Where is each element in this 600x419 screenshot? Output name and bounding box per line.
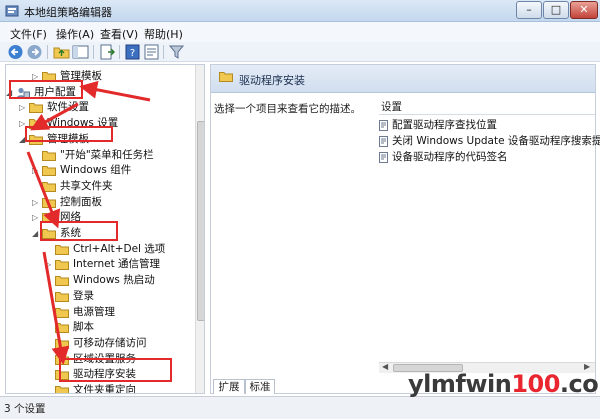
tree-item-label: "开始"菜单和任务栏 — [60, 148, 154, 161]
export-list-icon[interactable] — [99, 44, 116, 60]
folder-icon — [55, 244, 69, 255]
folder-icon — [55, 338, 69, 349]
details-header: 驱动程序安装 — [211, 65, 595, 93]
setting-label: 配置驱动程序查找位置 — [392, 119, 497, 131]
back-arrow-icon[interactable] — [7, 44, 24, 60]
highlight-user-config — [9, 80, 83, 99]
help-icon[interactable]: ? — [124, 44, 141, 60]
column-header-setting[interactable]: 设置 — [379, 97, 595, 115]
toolbar-separator — [119, 45, 120, 59]
details-pane: 驱动程序安装 选择一个项目来查看它的描述。 设置 配置驱动程序查找位置 关闭 W… — [210, 64, 600, 394]
toolbar-separator — [163, 45, 164, 59]
tree-item-label: 文件夹重定向 — [73, 384, 136, 394]
tree-item[interactable]: Windows 热启动 — [6, 273, 191, 288]
policy-setting-icon — [379, 120, 388, 131]
toolbar-separator — [47, 45, 48, 59]
tree-item-label: Ctrl+Alt+Del 选项 — [73, 242, 166, 255]
folder-icon — [42, 197, 56, 208]
vertical-scrollbar[interactable] — [195, 65, 204, 393]
folder-icon — [219, 72, 233, 82]
watermark-suffix: .com — [559, 370, 600, 398]
tab-standard[interactable]: 标准 — [245, 379, 275, 394]
collapsed-arrow-icon[interactable]: ▷ — [45, 257, 53, 272]
tree-item-label: 电源管理 — [73, 305, 115, 318]
tree-item[interactable]: 电源管理 — [6, 305, 191, 320]
tree-item-label: Windows 热启动 — [73, 274, 155, 287]
tree-item[interactable]: 文件夹重定向 — [6, 383, 191, 394]
show-hide-tree-icon[interactable] — [72, 44, 89, 60]
title-bar: 本地组策略编辑器 – □ ✕ — [0, 0, 600, 22]
folder-icon — [55, 291, 69, 302]
tree-item-label: Windows 组件 — [60, 164, 132, 177]
tree-item[interactable]: ▷ Windows 组件 — [6, 163, 191, 178]
status-text: 3 个设置 — [4, 403, 46, 415]
collapsed-arrow-icon[interactable]: ▷ — [32, 163, 40, 178]
menu-action[interactable]: 操作(A) — [56, 26, 94, 42]
tree-item[interactable]: Ctrl+Alt+Del 选项 — [6, 242, 191, 257]
setting-label: 关闭 Windows Update 设备驱动程序搜索提示 — [392, 135, 600, 147]
tree-item-label: 控制面板 — [60, 195, 102, 208]
folder-icon — [29, 103, 43, 114]
folder-icon — [42, 166, 56, 177]
policy-setting-icon — [379, 136, 388, 147]
menu-view[interactable]: 查看(V) — [100, 26, 138, 42]
tree-item[interactable]: 登录 — [6, 289, 191, 304]
tree-item[interactable]: 共享文件夹 — [6, 179, 191, 194]
policy-editor-icon — [5, 5, 19, 17]
properties-icon[interactable] — [143, 44, 160, 60]
folder-icon — [55, 276, 69, 287]
svg-text:?: ? — [130, 48, 135, 59]
forward-arrow-icon[interactable] — [26, 44, 43, 60]
collapsed-arrow-icon[interactable]: ▷ — [32, 210, 40, 225]
collapsed-arrow-icon[interactable]: ▷ — [32, 195, 40, 210]
tree-item-label: 软件设置 — [47, 101, 89, 114]
collapsed-arrow-icon[interactable]: ▷ — [19, 100, 27, 115]
folder-icon — [42, 181, 56, 192]
tree-item-label: 登录 — [73, 289, 94, 302]
tree-item[interactable]: ▷ 软件设置 — [6, 100, 191, 115]
details-title: 驱动程序安装 — [239, 74, 305, 87]
scroll-thumb[interactable] — [197, 121, 204, 321]
folder-icon — [55, 307, 69, 318]
tree-item[interactable]: ▷ Internet 通信管理 — [6, 257, 191, 272]
highlight-system — [40, 221, 118, 241]
watermark-accent: 100 — [511, 370, 560, 398]
highlight-admin-templates — [25, 126, 113, 142]
toolbar: ? — [0, 42, 600, 62]
menu-bar: 文件(F) 操作(A) 查看(V) 帮助(H) — [0, 22, 600, 42]
menu-help[interactable]: 帮助(H) — [144, 26, 183, 42]
scroll-left-icon[interactable]: ◀ — [382, 362, 388, 371]
description-text: 选择一个项目来查看它的描述。 — [214, 103, 361, 115]
folder-icon — [55, 260, 69, 271]
tree-item[interactable]: "开始"菜单和任务栏 — [6, 148, 191, 163]
maximize-button[interactable]: □ — [543, 1, 569, 19]
close-button[interactable]: ✕ — [570, 1, 598, 19]
tree-item[interactable]: 可移动存储访问 — [6, 336, 191, 351]
up-folder-icon[interactable] — [53, 44, 70, 60]
folder-icon — [55, 386, 69, 393]
expanded-arrow-icon[interactable]: ◢ — [32, 226, 40, 241]
tree-item[interactable]: 脚本 — [6, 320, 191, 335]
policy-setting-icon — [379, 152, 388, 163]
folder-icon — [42, 150, 56, 161]
minimize-button[interactable]: – — [516, 1, 542, 19]
window-title: 本地组策略编辑器 — [24, 6, 112, 19]
tree-item[interactable]: ▷ 控制面板 — [6, 195, 191, 210]
tree-item-label: 脚本 — [73, 321, 94, 334]
watermark-main: ylmfwin — [408, 370, 512, 398]
setting-label: 设备驱动程序的代码签名 — [392, 151, 508, 163]
filter-icon[interactable] — [168, 44, 185, 60]
menu-file[interactable]: 文件(F) — [10, 26, 47, 42]
tab-extended[interactable]: 扩展 — [213, 379, 245, 394]
tree-item-label: Internet 通信管理 — [73, 258, 161, 271]
toolbar-separator — [93, 45, 94, 59]
folder-icon — [55, 323, 69, 334]
status-bar: 3 个设置 — [0, 396, 600, 419]
tree-item-label: 共享文件夹 — [60, 179, 113, 192]
highlight-driver-install — [59, 358, 172, 382]
column-header-label: 设置 — [381, 101, 402, 113]
tree-item-label: 可移动存储访问 — [73, 336, 147, 349]
watermark-logo: ylmfwin100.com — [408, 370, 600, 398]
